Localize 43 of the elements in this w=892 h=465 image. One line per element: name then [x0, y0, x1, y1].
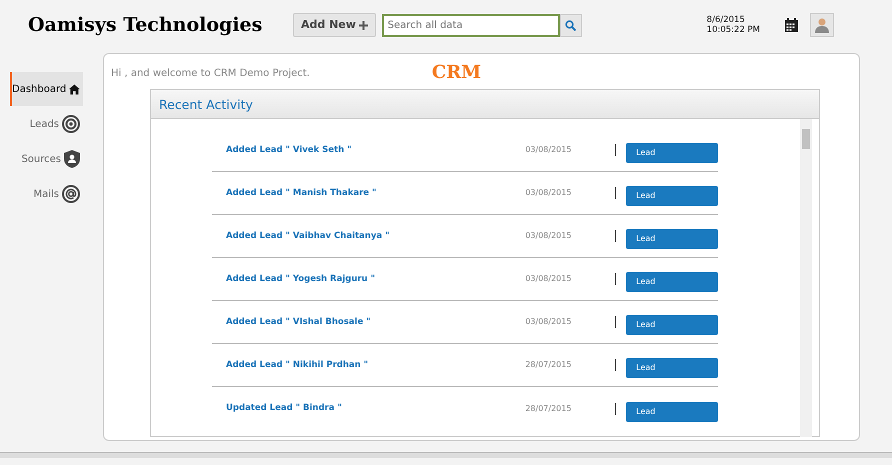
calendar-icon[interactable]: [784, 18, 798, 32]
shield-user-icon: [64, 150, 80, 168]
activity-link[interactable]: Added Lead " VIshal Bhosale ": [226, 316, 526, 328]
lead-tag: Lead: [626, 272, 718, 292]
activity-link[interactable]: Added Lead " Vaibhav Chaitanya ": [226, 230, 526, 242]
welcome-text: Hi , and welcome to CRM Demo Project.: [111, 66, 310, 80]
activity-date: 28/07/2015: [525, 402, 572, 414]
lead-tag: Lead: [626, 358, 718, 378]
home-icon: [69, 82, 80, 96]
activity-date: 03/08/2015: [525, 187, 572, 199]
sidebar-item[interactable]: Mails: [10, 177, 83, 211]
sidebar-item[interactable]: Dashboard: [10, 72, 83, 106]
target-icon: [62, 115, 80, 133]
avatar-icon: [814, 17, 830, 33]
plus-icon: [358, 20, 368, 30]
search-icon: [565, 20, 576, 30]
activity-date: 03/08/2015: [525, 273, 572, 285]
lead-tag: Lead: [626, 143, 718, 163]
at-sign-icon: [62, 185, 80, 203]
activity-date: 03/08/2015: [525, 316, 572, 328]
activity-date: 03/08/2015: [525, 230, 572, 242]
activity-link[interactable]: Added Lead " Yogesh Rajguru ": [226, 272, 526, 286]
sidebar-item[interactable]: Leads: [10, 107, 83, 141]
brand-logo: Oamisys Technologies: [28, 12, 264, 38]
lead-tag: Lead: [626, 315, 718, 335]
search-button[interactable]: [560, 14, 582, 36]
activity-date: 28/07/2015: [525, 359, 572, 371]
activity-date: 03/08/2015: [525, 144, 572, 156]
search-field[interactable]: Search all data: [382, 14, 560, 36]
activity-link[interactable]: Added Lead " Vivek Seth ": [226, 144, 526, 156]
date-text: 8/6/2015: [706, 14, 746, 25]
activity-link[interactable]: Added Lead " Nikihil Prdhan ": [226, 358, 526, 372]
time-text: 10:05:22 PM: [706, 25, 762, 36]
lead-tag: Lead: [626, 186, 718, 206]
add-new-button[interactable]: Add New: [293, 13, 376, 37]
lead-tag: Lead: [626, 229, 718, 249]
activity-link[interactable]: Updated Lead " Bindra ": [226, 402, 526, 415]
lead-tag: Lead: [626, 402, 718, 422]
app-title: CRM: [432, 64, 482, 82]
activity-link[interactable]: Added Lead " Manish Thakare ": [226, 186, 526, 200]
sidebar-item[interactable]: Sources: [10, 142, 83, 176]
panel-title: Recent Activity: [151, 90, 819, 119]
profile-button[interactable]: [810, 13, 834, 37]
